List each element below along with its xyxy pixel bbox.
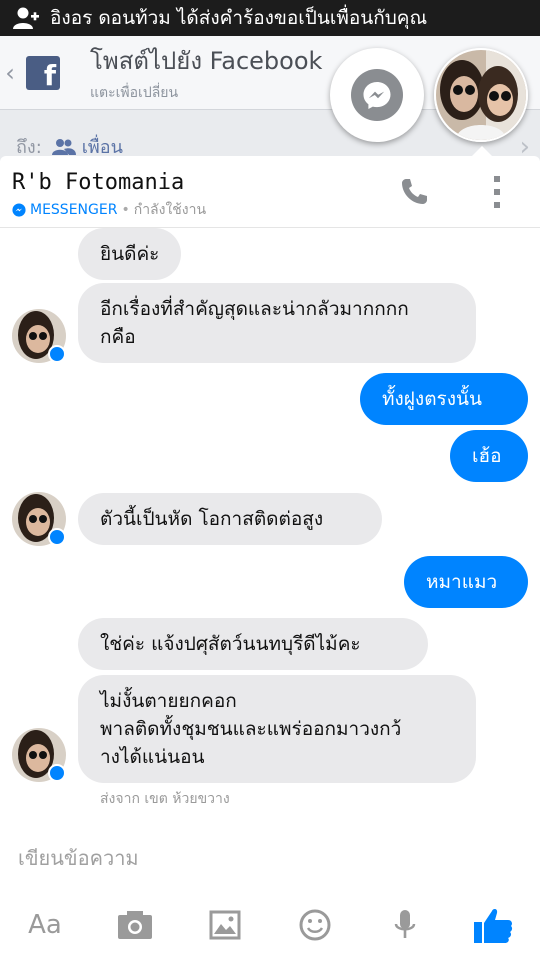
message-bubble-outgoing[interactable]: เฮ้อ (450, 430, 528, 482)
phone-icon (402, 179, 427, 204)
chat-header: R'b Fotomania MESSENGER • กำลังใช้งาน (0, 156, 540, 228)
call-button[interactable] (396, 174, 432, 210)
contact-status-row: MESSENGER • กำลังใช้งาน (12, 199, 206, 221)
text-format-button[interactable]: Aa (20, 900, 70, 950)
status-separator: • (121, 202, 130, 218)
message-bubble-incoming[interactable]: ยินดีค่ะ (78, 228, 182, 280)
emoji-button[interactable] (290, 900, 340, 950)
active-status: กำลังใช้งาน (133, 202, 207, 218)
image-icon (209, 910, 241, 940)
message-bubble-outgoing[interactable]: หมาแมว (404, 556, 528, 608)
facebook-logo: f (26, 55, 60, 90)
chathead-pointer (472, 146, 492, 156)
like-button[interactable] (468, 900, 518, 950)
avatar-photo (436, 50, 526, 140)
friends-icon (51, 138, 76, 155)
messenger-icon (351, 69, 403, 121)
dot-icon (494, 189, 500, 195)
message-bubble-incoming[interactable]: ไม่งั้นตายยกคอก พาลติดทั้งชุมชนและแพร่ออ… (78, 675, 476, 783)
status-bar: อิงอร ดอนท้วม ได้ส่งคำร้องขอเป็นเพื่อนกั… (0, 0, 540, 36)
like-icon (474, 908, 513, 943)
dot-icon (494, 202, 500, 208)
composer-toolbar: Aa (0, 890, 540, 960)
messenger-badge-icon (48, 528, 66, 546)
dot-icon (494, 176, 500, 182)
contact-chathead[interactable] (434, 48, 528, 142)
chevron-left-icon[interactable]: ‹ (2, 36, 18, 110)
messenger-badge-icon (48, 345, 66, 363)
add-friend-icon (8, 0, 44, 36)
platform-label: MESSENGER (30, 202, 118, 218)
message-input[interactable]: เขียนข้อความ (18, 842, 139, 874)
camera-icon (118, 911, 152, 939)
more-options-button[interactable] (484, 172, 510, 212)
message-bubble-incoming[interactable]: ตัวนี้เป็นหัด โอกาสติดต่อสูง (78, 493, 382, 545)
messenger-small-icon (12, 203, 26, 217)
emoji-icon (299, 909, 331, 941)
share-dialog-subtitle[interactable]: แตะเพื่อเปลี่ยน (90, 82, 322, 104)
message-bubble-outgoing[interactable]: ทั้งฝูงตรงนั้น (360, 373, 528, 425)
messenger-chathead[interactable] (330, 48, 424, 142)
microphone-icon (394, 910, 416, 938)
voice-button[interactable] (380, 900, 430, 950)
contact-name[interactable]: R'b Fotomania (12, 170, 184, 195)
notification-text[interactable]: อิงอร ดอนท้วม ได้ส่งคำร้องขอเป็นเพื่อนกั… (50, 3, 427, 33)
camera-button[interactable] (110, 900, 160, 950)
gallery-button[interactable] (200, 900, 250, 950)
sent-location: ส่งจาก เขต ห้วยขวาง (100, 791, 230, 807)
message-bubble-incoming[interactable]: อีกเรื่องที่สำคัญสุดและน่ากลัวมากกกก กคื… (78, 283, 476, 363)
share-dialog-title: โพสต์ไปยัง Facebook (90, 47, 323, 75)
messenger-badge-icon (48, 764, 66, 782)
message-bubble-incoming[interactable]: ใช่ค่ะ แจ้งปศุสัตว์นนทบุรีดีไม้คะ (78, 618, 428, 670)
